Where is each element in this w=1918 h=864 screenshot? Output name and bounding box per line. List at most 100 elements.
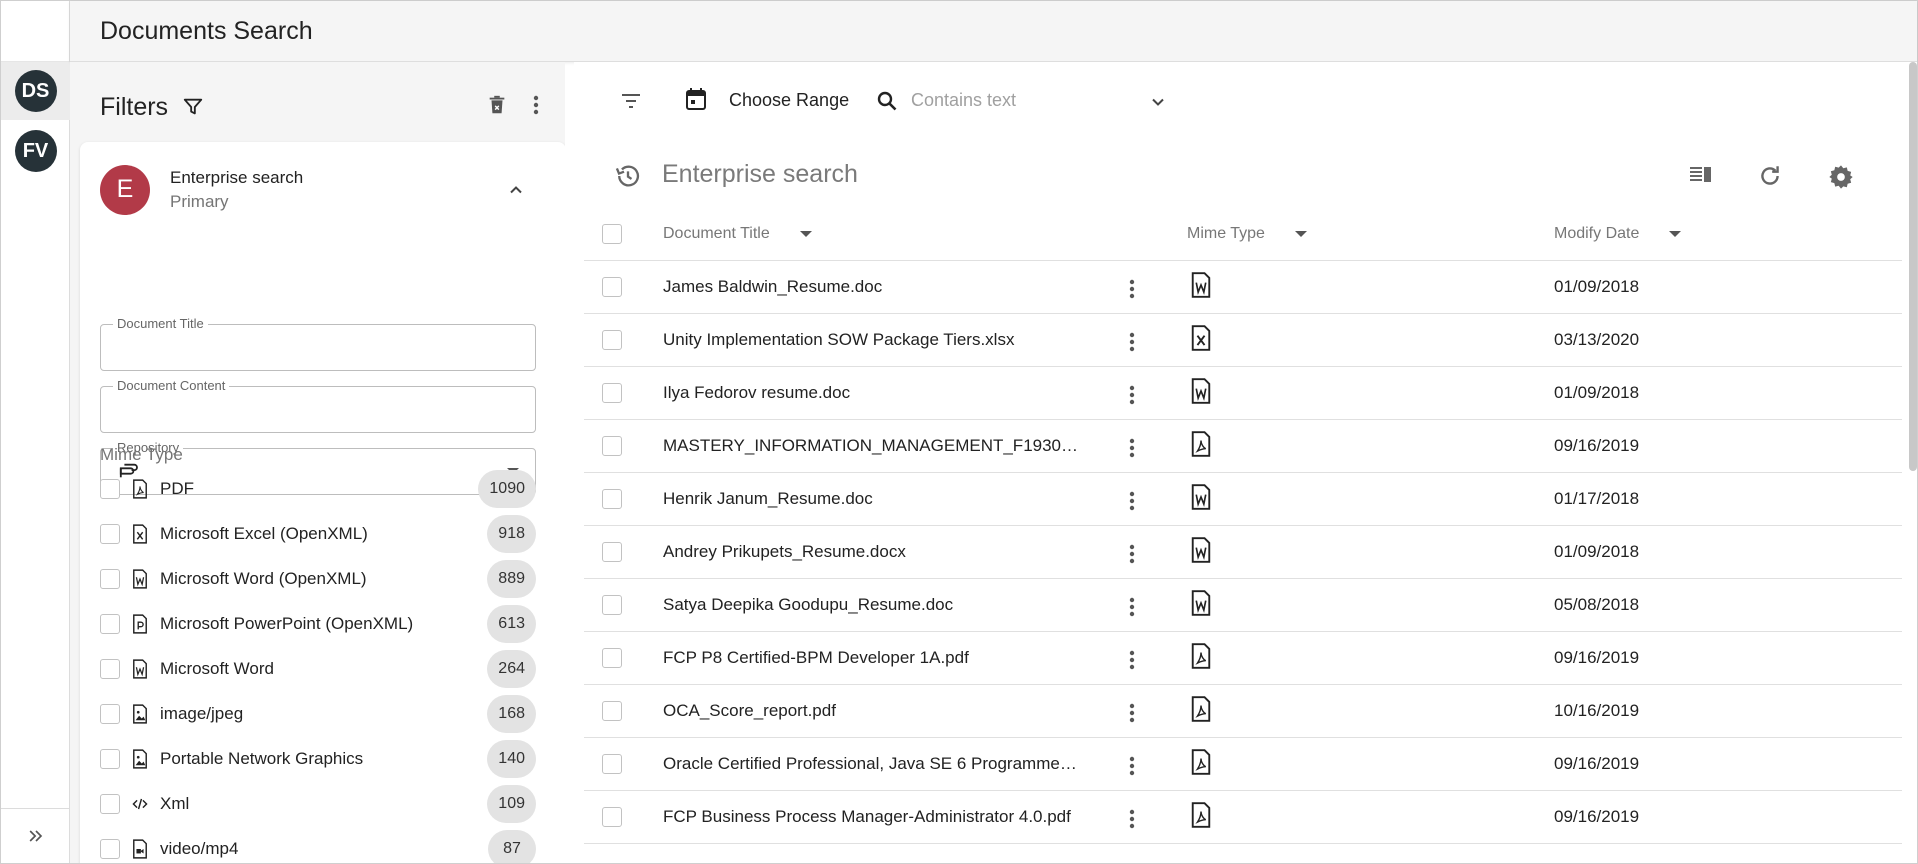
mime-type-count: 918 xyxy=(487,514,536,553)
row-checkbox[interactable] xyxy=(602,701,622,721)
mime-type-checkbox[interactable] xyxy=(100,523,120,544)
row-actions-button[interactable] xyxy=(1128,649,1136,676)
table-row[interactable]: FCP P8 Certified-BPM Developer 1A.pdf 09/… xyxy=(584,632,1902,685)
filters-more-button[interactable] xyxy=(532,93,540,122)
mime-type-count: 140 xyxy=(487,739,536,778)
document-title-cell[interactable]: FCP P8 Certified-BPM Developer 1A.pdf xyxy=(663,648,1093,668)
row-checkbox[interactable] xyxy=(602,595,622,615)
rail-item-fv[interactable]: FV xyxy=(1,122,70,180)
mime-type-item[interactable]: PDF 1090 xyxy=(100,466,536,511)
search-options-button[interactable] xyxy=(1148,92,1168,117)
history-icon[interactable] xyxy=(614,162,642,195)
mime-type-item[interactable]: Xml 109 xyxy=(100,781,536,826)
table-row[interactable]: FCP Business Process Manager-Administrat… xyxy=(584,791,1902,844)
table-row[interactable]: Andrey Prikupets_Resume.docx 01/09/2018 xyxy=(584,526,1902,579)
table-row[interactable]: Satya Deepika Goodupu_Resume.doc 05/08/20… xyxy=(584,579,1902,632)
row-actions-button[interactable] xyxy=(1128,543,1136,570)
column-view-button[interactable] xyxy=(1688,163,1714,192)
column-header-mime[interactable]: Mime Type xyxy=(1187,225,1307,243)
row-actions-button[interactable] xyxy=(1128,490,1136,517)
toggle-filters-button[interactable] xyxy=(619,89,643,118)
row-actions-button[interactable] xyxy=(1128,331,1136,358)
document-title-cell[interactable]: OCA_Score_report.pdf xyxy=(663,701,1093,721)
column-header-date[interactable]: Modify Date xyxy=(1554,225,1682,243)
document-title-cell[interactable]: Ilya Fedorov resume.doc xyxy=(663,383,1093,403)
row-checkbox[interactable] xyxy=(602,383,622,403)
mime-type-checkbox[interactable] xyxy=(100,838,120,859)
document-title-cell[interactable]: Henrik Janum_Resume.doc xyxy=(663,489,1093,509)
calendar-icon[interactable] xyxy=(684,86,708,117)
document-title-cell[interactable]: Unity Implementation SOW Package Tiers.x… xyxy=(663,330,1093,350)
choose-range-button[interactable]: Choose Range xyxy=(729,90,849,111)
table-row[interactable]: Ilya Fedorov resume.doc 01/09/2018 xyxy=(584,367,1902,420)
row-checkbox[interactable] xyxy=(602,436,622,456)
mime-type-count: 87 xyxy=(488,829,536,863)
document-title-cell[interactable]: FCP Business Process Manager-Administrat… xyxy=(663,807,1093,827)
mime-type-item[interactable]: image/jpeg 168 xyxy=(100,691,536,736)
table-row[interactable]: OCA_Score_report.pdf 10/16/2019 xyxy=(584,685,1902,738)
document-title-cell[interactable]: Oracle Certified Professional, Java SE 6… xyxy=(663,754,1093,774)
expand-rail-button[interactable] xyxy=(1,808,70,863)
row-checkbox[interactable] xyxy=(602,489,622,509)
mime-type-count: 889 xyxy=(487,559,536,598)
mime-type-checkbox[interactable] xyxy=(100,568,120,589)
mime-type-item[interactable]: Microsoft Word 264 xyxy=(100,646,536,691)
mime-type-checkbox[interactable] xyxy=(100,478,120,499)
row-checkbox[interactable] xyxy=(602,277,622,297)
document-title-cell[interactable]: James Baldwin_Resume.doc xyxy=(663,277,1093,297)
row-checkbox[interactable] xyxy=(602,542,622,562)
refresh-button[interactable] xyxy=(1757,163,1783,194)
results-scrollbar[interactable] xyxy=(1909,62,1917,471)
row-actions-button[interactable] xyxy=(1128,702,1136,729)
row-checkbox[interactable] xyxy=(602,648,622,668)
mime-type-checkbox[interactable] xyxy=(100,793,120,814)
table-row[interactable]: Henrik Janum_Resume.doc 01/17/2018 xyxy=(584,473,1902,526)
mime-type-item[interactable]: Microsoft PowerPoint (OpenXML) 613 xyxy=(100,601,536,646)
more-vert-icon xyxy=(1129,332,1135,352)
row-checkbox[interactable] xyxy=(602,807,622,827)
mime-type-label: Xml xyxy=(160,793,190,813)
collapse-card-button[interactable] xyxy=(506,180,526,200)
column-header-title[interactable]: Document Title xyxy=(663,225,812,243)
row-actions-button[interactable] xyxy=(1128,808,1136,835)
document-title-input[interactable] xyxy=(101,325,535,370)
pdf-icon xyxy=(1190,802,1212,833)
row-checkbox[interactable] xyxy=(602,754,622,774)
settings-button[interactable] xyxy=(1827,163,1855,196)
mime-type-label: Microsoft PowerPoint (OpenXML) xyxy=(160,613,414,633)
select-all-checkbox[interactable] xyxy=(602,224,622,244)
column-mime-label: Mime Type xyxy=(1187,225,1265,242)
excel-icon xyxy=(1190,325,1212,356)
document-title-cell[interactable]: MASTERY_INFORMATION_MANAGEMENT_F1930… xyxy=(663,436,1093,456)
mime-type-checkbox[interactable] xyxy=(100,613,120,634)
table-row[interactable]: MASTERY_INFORMATION_MANAGEMENT_F1930… 09/… xyxy=(584,420,1902,473)
table-row[interactable]: James Baldwin_Resume.doc 01/09/2018 xyxy=(584,261,1902,314)
mime-type-checkbox[interactable] xyxy=(100,703,120,724)
row-actions-button[interactable] xyxy=(1128,384,1136,411)
word-icon xyxy=(1190,484,1212,515)
app-rail: DS FV xyxy=(1,1,70,863)
mime-type-item[interactable]: Portable Network Graphics 140 xyxy=(100,736,536,781)
delete-filters-button[interactable] xyxy=(486,93,508,122)
rail-item-ds[interactable]: DS xyxy=(1,62,70,120)
mime-type-checkbox[interactable] xyxy=(100,658,120,679)
mime-type-item[interactable]: Microsoft Word (OpenXML) 889 xyxy=(100,556,536,601)
document-title-cell[interactable]: Satya Deepika Goodupu_Resume.doc xyxy=(663,595,1093,615)
row-checkbox[interactable] xyxy=(602,330,622,350)
table-row[interactable]: Unity Implementation SOW Package Tiers.x… xyxy=(584,314,1902,367)
row-actions-button[interactable] xyxy=(1128,437,1136,464)
mime-type-item[interactable]: Microsoft Excel (OpenXML) 918 xyxy=(100,511,536,556)
chevron-down-icon xyxy=(1152,98,1164,106)
document-title-cell[interactable]: Andrey Prikupets_Resume.docx xyxy=(663,542,1093,562)
row-actions-button[interactable] xyxy=(1128,755,1136,782)
row-actions-button[interactable] xyxy=(1128,596,1136,623)
row-actions-button[interactable] xyxy=(1128,278,1136,305)
word-icon xyxy=(1190,537,1212,568)
repository-card-header[interactable]: E Enterprise search Primary xyxy=(100,162,536,217)
table-row[interactable]: Oracle Certified Professional, Java SE 6… xyxy=(584,738,1902,791)
document-content-input[interactable] xyxy=(101,387,535,432)
contains-text-input[interactable] xyxy=(911,84,1161,116)
filter-list-icon xyxy=(622,94,640,108)
mime-type-item[interactable]: video/mp4 87 xyxy=(100,826,536,863)
mime-type-checkbox[interactable] xyxy=(100,748,120,769)
